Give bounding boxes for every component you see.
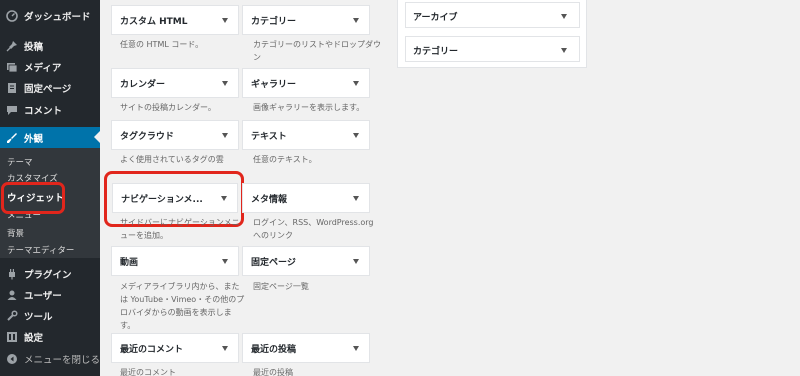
menu-comments[interactable]: コメント bbox=[0, 100, 100, 120]
widget-area-panel: アーカイブ カテゴリー bbox=[397, 0, 587, 68]
menu-tools[interactable]: ツール bbox=[0, 306, 100, 326]
collapse-icon bbox=[6, 353, 18, 365]
brush-icon bbox=[6, 132, 18, 144]
menu-users[interactable]: ユーザー bbox=[0, 285, 100, 305]
widget-text[interactable]: テキスト bbox=[242, 120, 370, 150]
menu-label: プラグイン bbox=[24, 270, 72, 281]
page-icon bbox=[6, 82, 18, 94]
widget-custom-html[interactable]: カスタム HTML bbox=[111, 5, 239, 35]
widget-description: 任意のテキスト。 bbox=[253, 155, 317, 164]
menu-label: コメント bbox=[24, 106, 63, 117]
widget-title: ナビゲーションメ... bbox=[121, 195, 203, 205]
widget-description: ログイン、RSS、WordPress.org へのリンク bbox=[253, 218, 374, 240]
submenu-theme-editor[interactable]: テーマエディター bbox=[7, 244, 74, 256]
widget-title: 固定ページ bbox=[251, 258, 296, 268]
widget-title: カレンダー bbox=[120, 80, 166, 90]
menu-label: ツール bbox=[24, 312, 53, 323]
widget-description: 最近のコメント bbox=[120, 368, 176, 376]
menu-appearance[interactable]: 外観 bbox=[0, 127, 100, 148]
pin-icon bbox=[6, 40, 18, 52]
menu-label: 設定 bbox=[24, 333, 44, 344]
caret-down-icon[interactable] bbox=[561, 48, 567, 53]
menu-label: 外観 bbox=[24, 133, 44, 145]
widget-description: 最近の投稿 bbox=[253, 368, 293, 376]
menu-plugins[interactable]: プラグイン bbox=[0, 264, 100, 284]
caret-down-icon[interactable] bbox=[222, 81, 228, 86]
widget-title: カテゴリー bbox=[251, 17, 297, 27]
caret-down-icon[interactable] bbox=[222, 259, 228, 264]
widget-pages[interactable]: 固定ページ bbox=[242, 246, 370, 276]
area-widget-archives[interactable]: アーカイブ bbox=[405, 2, 580, 28]
widget-title: アーカイブ bbox=[413, 13, 458, 23]
caret-down-icon[interactable] bbox=[222, 346, 228, 351]
widget-description: 画像ギャラリーを表示します。 bbox=[253, 103, 365, 112]
widget-title: テキスト bbox=[251, 132, 287, 142]
user-icon bbox=[6, 289, 18, 301]
widget-title: カテゴリー bbox=[413, 47, 459, 57]
menu-collapse[interactable]: メニューを閉じる bbox=[0, 349, 100, 369]
widget-title: カスタム HTML bbox=[120, 17, 188, 27]
widget-video[interactable]: 動画 bbox=[111, 246, 239, 276]
widget-title: タグクラウド bbox=[120, 132, 174, 142]
caret-down-icon[interactable] bbox=[353, 81, 359, 86]
caret-down-icon[interactable] bbox=[353, 346, 359, 351]
caret-down-icon[interactable] bbox=[353, 196, 359, 201]
menu-media[interactable]: メディア bbox=[0, 57, 100, 77]
caret-down-icon[interactable] bbox=[221, 196, 227, 201]
widget-meta[interactable]: メタ情報 bbox=[242, 183, 370, 213]
widget-gallery[interactable]: ギャラリー bbox=[242, 68, 370, 98]
widget-description: 任意の HTML コード。 bbox=[120, 40, 204, 49]
menu-label: メディア bbox=[24, 63, 62, 74]
widget-tag-cloud[interactable]: タグクラウド bbox=[111, 120, 239, 150]
wrench-icon bbox=[6, 310, 18, 322]
menu-label: メニューを閉じる bbox=[24, 355, 101, 366]
widget-categories[interactable]: カテゴリー bbox=[242, 5, 370, 35]
submenu-background[interactable]: 背景 bbox=[7, 227, 24, 239]
widget-calendar[interactable]: カレンダー bbox=[111, 68, 239, 98]
caret-down-icon[interactable] bbox=[561, 14, 567, 19]
menu-label: 投稿 bbox=[24, 42, 44, 53]
menu-label: ダッシュボード bbox=[24, 12, 91, 23]
widget-description: サイドバーにナビゲーションメニューを追加。 bbox=[120, 218, 240, 240]
widget-title: 最近のコメント bbox=[120, 345, 184, 355]
menu-label: 固定ページ bbox=[24, 84, 72, 95]
area-widget-categories[interactable]: カテゴリー bbox=[405, 36, 580, 62]
admin-sidebar: ダッシュボード 投稿 メディア 固定ページ コメント 外観 テーマ カスタマイズ… bbox=[0, 0, 100, 376]
menu-posts[interactable]: 投稿 bbox=[0, 36, 100, 56]
widget-description: サイトの投稿カレンダー。 bbox=[120, 103, 216, 112]
caret-down-icon[interactable] bbox=[222, 133, 228, 138]
widget-description: よく使用されているタグの雲 bbox=[120, 155, 224, 164]
widget-recent-comments[interactable]: 最近のコメント bbox=[111, 333, 239, 363]
menu-label: ユーザー bbox=[24, 291, 62, 302]
comment-icon bbox=[6, 104, 18, 116]
caret-down-icon[interactable] bbox=[353, 18, 359, 23]
caret-down-icon[interactable] bbox=[353, 133, 359, 138]
plugin-icon bbox=[6, 268, 18, 280]
caret-down-icon[interactable] bbox=[222, 18, 228, 23]
widget-title: 最近の投稿 bbox=[251, 345, 297, 355]
menu-pages[interactable]: 固定ページ bbox=[0, 78, 100, 98]
caret-down-icon[interactable] bbox=[353, 259, 359, 264]
menu-settings[interactable]: 設定 bbox=[0, 327, 100, 347]
widget-navigation-menu[interactable]: ナビゲーションメ... bbox=[112, 183, 238, 213]
menu-dashboard[interactable]: ダッシュボード bbox=[0, 6, 100, 26]
media-icon bbox=[6, 61, 18, 73]
widget-description: カテゴリーのリストやドロップダウン bbox=[253, 40, 381, 62]
widget-title: ギャラリー bbox=[251, 80, 297, 90]
active-indicator bbox=[94, 131, 100, 143]
widget-title: 動画 bbox=[120, 258, 139, 268]
submenu-themes[interactable]: テーマ bbox=[7, 156, 33, 168]
widget-recent-posts[interactable]: 最近の投稿 bbox=[242, 333, 370, 363]
widget-title: メタ情報 bbox=[251, 195, 288, 205]
settings-icon bbox=[6, 331, 18, 343]
widget-description: 固定ページ一覧 bbox=[253, 282, 309, 291]
widget-description: メディアライブラリ内から、または YouTube・Vimeo・その他のプロバイダ… bbox=[120, 282, 245, 330]
widgets-highlight-box bbox=[1, 182, 65, 214]
dashboard-icon bbox=[6, 10, 18, 22]
